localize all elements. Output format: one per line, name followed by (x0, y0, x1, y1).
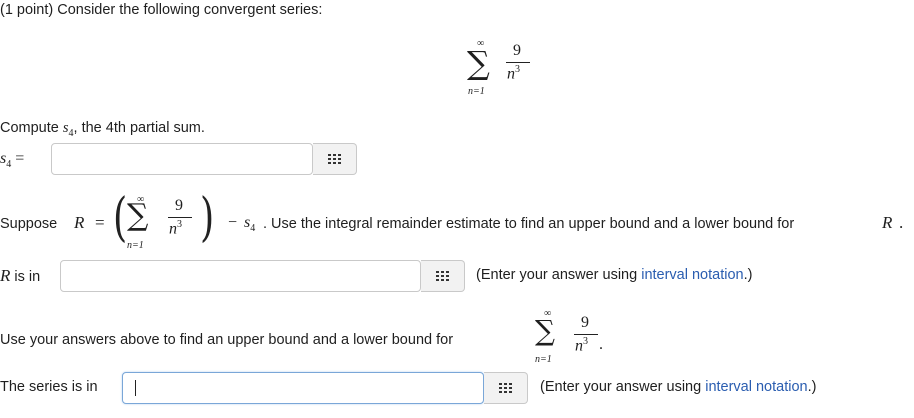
q2-fraction-numerator: 9 (175, 197, 183, 214)
series-display: ∞ ∑ n=1 9 n3 (462, 38, 542, 104)
q2-minus: − (228, 214, 238, 231)
problem-intro: (1 point) Consider the following converg… (0, 2, 323, 18)
q2-fraction-denominator: n3 (169, 219, 182, 238)
fraction-bar (506, 62, 530, 63)
q2-s4: s4 (244, 214, 256, 235)
q3-interval-notation-link[interactable]: interval notation (705, 379, 807, 395)
text-cursor (135, 380, 136, 396)
q3-fraction-bar (574, 334, 598, 335)
q2-equals: = (95, 213, 105, 232)
q3-equation-editor-button[interactable] (484, 372, 528, 404)
q2-answer-input[interactable] (60, 260, 421, 292)
q1-answer-input[interactable] (51, 143, 313, 175)
grid-keyboard-icon (498, 383, 513, 393)
q2-answer-label: R is in (0, 266, 41, 285)
q3-fraction-numerator: 9 (581, 314, 589, 331)
q2-interval-notation-link[interactable]: interval notation (641, 267, 743, 283)
grid-keyboard-icon (435, 271, 450, 281)
q3-prompt: Use your answers above to find an upper … (0, 332, 454, 348)
sum-lower-limit: n=1 (468, 86, 485, 97)
q3-fraction-denominator: n3 (575, 336, 588, 355)
right-paren: ) (200, 188, 215, 248)
q3-sum-symbol: ∑ (535, 314, 555, 347)
sum-symbol: ∑ (467, 44, 490, 82)
q2-end-dot: . (899, 213, 904, 232)
q3-sum-lower-limit: n=1 (535, 354, 552, 365)
fraction-numerator: 9 (513, 42, 521, 59)
q2-sum-lower-limit: n=1 (127, 240, 144, 251)
q2-prompt-post: . Use the integral remainder estimate to… (263, 216, 795, 232)
q1-equation-editor-button[interactable] (313, 143, 357, 175)
q2-R: R (74, 213, 85, 232)
fraction-denominator: n3 (507, 64, 520, 83)
q1-prompt: Compute s4, the 4th partial sum. (0, 120, 205, 139)
left-paren: ( (113, 188, 128, 248)
q2-end-R: R (882, 213, 893, 232)
q3-end-dot: . (599, 336, 603, 353)
q3-answer-input[interactable] (122, 372, 484, 404)
q1-answer-label: s4 = (0, 150, 25, 171)
q3-answer-label: The series is in (0, 379, 98, 395)
q3-series: ∞ ∑ n=1 9 n3 . (533, 308, 613, 372)
q2-prompt-pre: Suppose (0, 216, 58, 232)
q2-sum-symbol: ∑ (127, 198, 149, 233)
q3-hint: (Enter your answer using interval notati… (540, 379, 817, 395)
q2-equation-editor-button[interactable] (421, 260, 465, 292)
q2-parenthesized-series: ( ∞ ∑ n=1 9 n3 ) (110, 188, 222, 262)
q2-hint: (Enter your answer using interval notati… (476, 267, 753, 283)
q2-fraction-bar (168, 217, 192, 218)
grid-keyboard-icon (327, 154, 342, 164)
